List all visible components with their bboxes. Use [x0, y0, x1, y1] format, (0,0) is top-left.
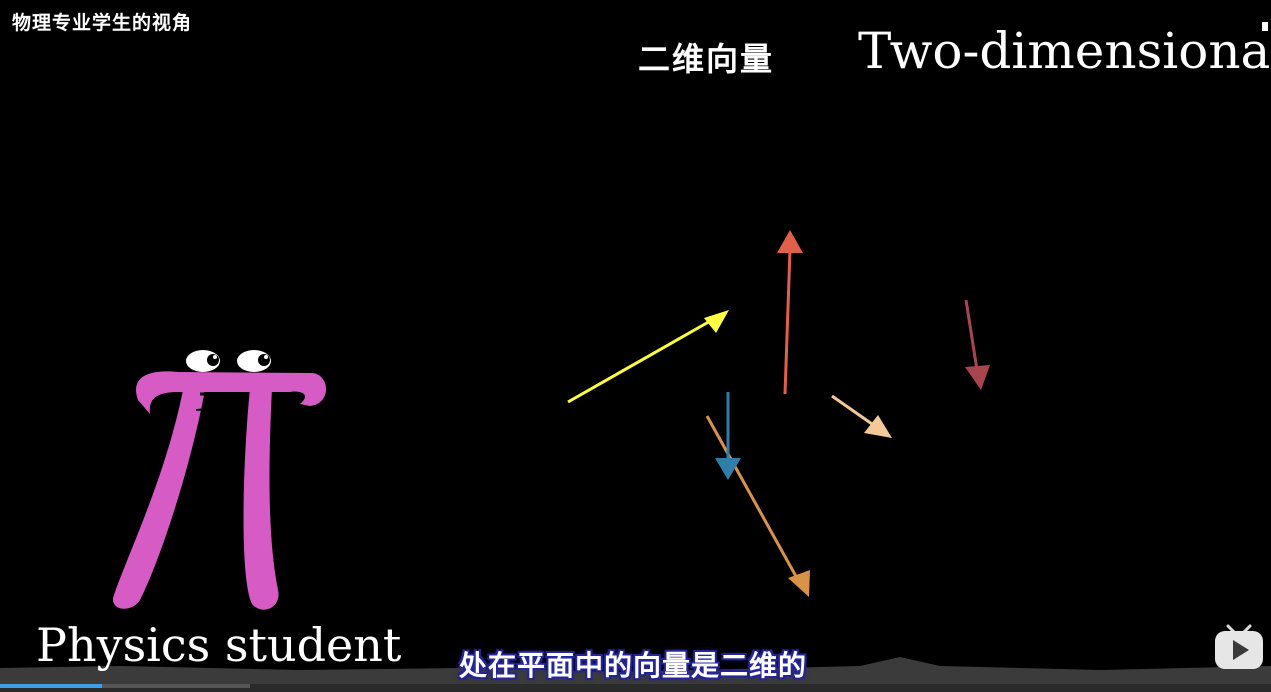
vector-field [0, 230, 1271, 692]
video-frame[interactable]: 物理专业学生的视角 二维向量 Two-dimensional Physics s… [0, 0, 1271, 692]
vector-arrow-red [777, 230, 803, 395]
vector-arrow-peach [831, 394, 892, 438]
subtitle-text: 处在平面中的向量是二维的 [459, 649, 808, 682]
vector-arrow-yellow [567, 310, 729, 404]
vector-arrow-orange [705, 415, 810, 597]
character-caption: Physics student [36, 618, 402, 672]
progress-fill [0, 684, 102, 688]
pi-creature-icon [112, 350, 326, 610]
bilibili-tv-play-icon[interactable] [1212, 622, 1266, 672]
vector-arrow-maroon [964, 299, 990, 390]
